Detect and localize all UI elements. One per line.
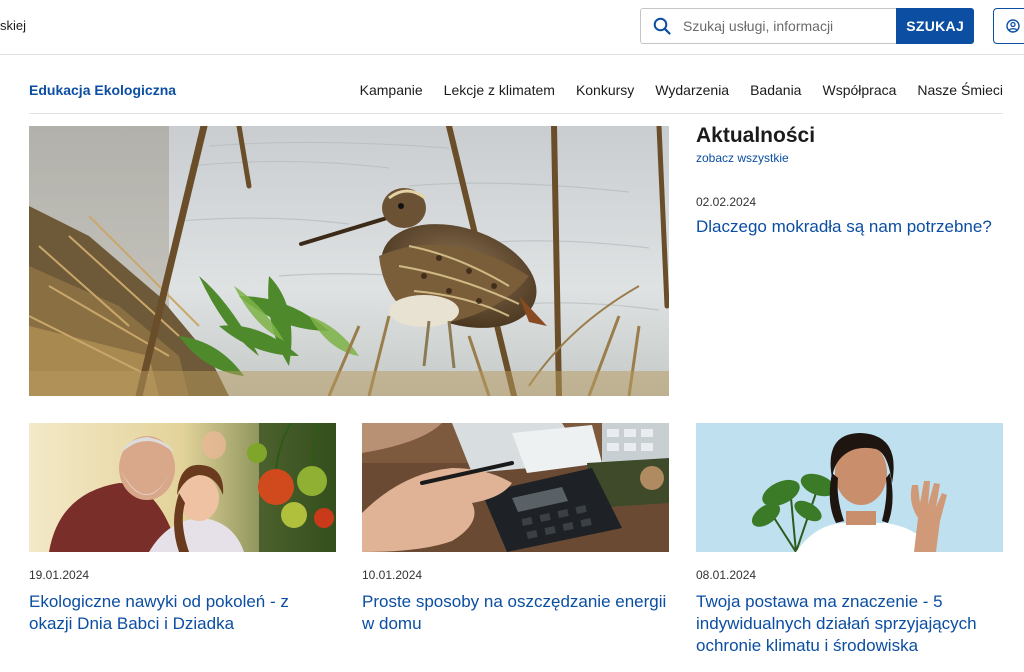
nav-item-wydarzenia[interactable]: Wydarzenia [655,82,729,98]
featured-news-date: 02.02.2024 [696,195,757,209]
user-circle-icon [1006,19,1020,33]
search-field[interactable] [640,8,897,44]
search-input[interactable] [683,18,883,34]
site-brand-link[interactable]: Edukacja Ekologiczna [29,82,176,98]
site-title-fragment[interactable]: skiej [0,18,26,33]
nav-item-konkursy[interactable]: Konkursy [576,82,634,98]
article-date: 19.01.2024 [29,568,90,582]
hero-image[interactable] [29,126,669,396]
article-title[interactable]: Twoja postawa ma znaczenie - 5 indywidua… [696,591,1003,657]
account-button[interactable] [993,8,1024,44]
article-thumbnail[interactable] [696,423,1003,552]
article-title[interactable]: Ekologiczne nawyki od pokoleń - z okazji… [29,591,336,635]
article-card: 10.01.2024 Proste sposoby na oszczędzani… [362,423,669,635]
article-date: 10.01.2024 [362,568,423,582]
article-title[interactable]: Proste sposoby na oszczędzanie energii w… [362,591,669,635]
nav-divider [29,113,1003,114]
search-form: SZUKAJ [640,8,974,44]
see-all-news-link[interactable]: zobacz wszystkie [696,151,789,165]
nav-item-lekcje[interactable]: Lekcje z klimatem [444,82,555,98]
nav-item-wspolpraca[interactable]: Współpraca [822,82,896,98]
article-thumbnail[interactable] [29,423,336,552]
article-thumbnail[interactable] [362,423,669,552]
article-date: 08.01.2024 [696,568,757,582]
nav-item-badania[interactable]: Badania [750,82,801,98]
top-bar: skiej SZUKAJ [0,0,1024,55]
search-button[interactable]: SZUKAJ [896,8,974,44]
search-icon [653,17,671,35]
main-nav: Kampanie Lekcje z klimatem Konkursy Wyda… [360,82,1003,98]
article-card: 19.01.2024 Ekologiczne nawyki od pokoleń… [29,423,336,635]
nav-item-nasze-smieci[interactable]: Nasze Śmieci [917,82,1003,98]
news-heading: Aktualności [696,124,816,147]
featured-news-title[interactable]: Dlaczego mokradła są nam potrzebne? [696,215,996,238]
article-card: 08.01.2024 Twoja postawa ma znaczenie - … [696,423,1003,657]
nav-item-kampanie[interactable]: Kampanie [360,82,423,98]
